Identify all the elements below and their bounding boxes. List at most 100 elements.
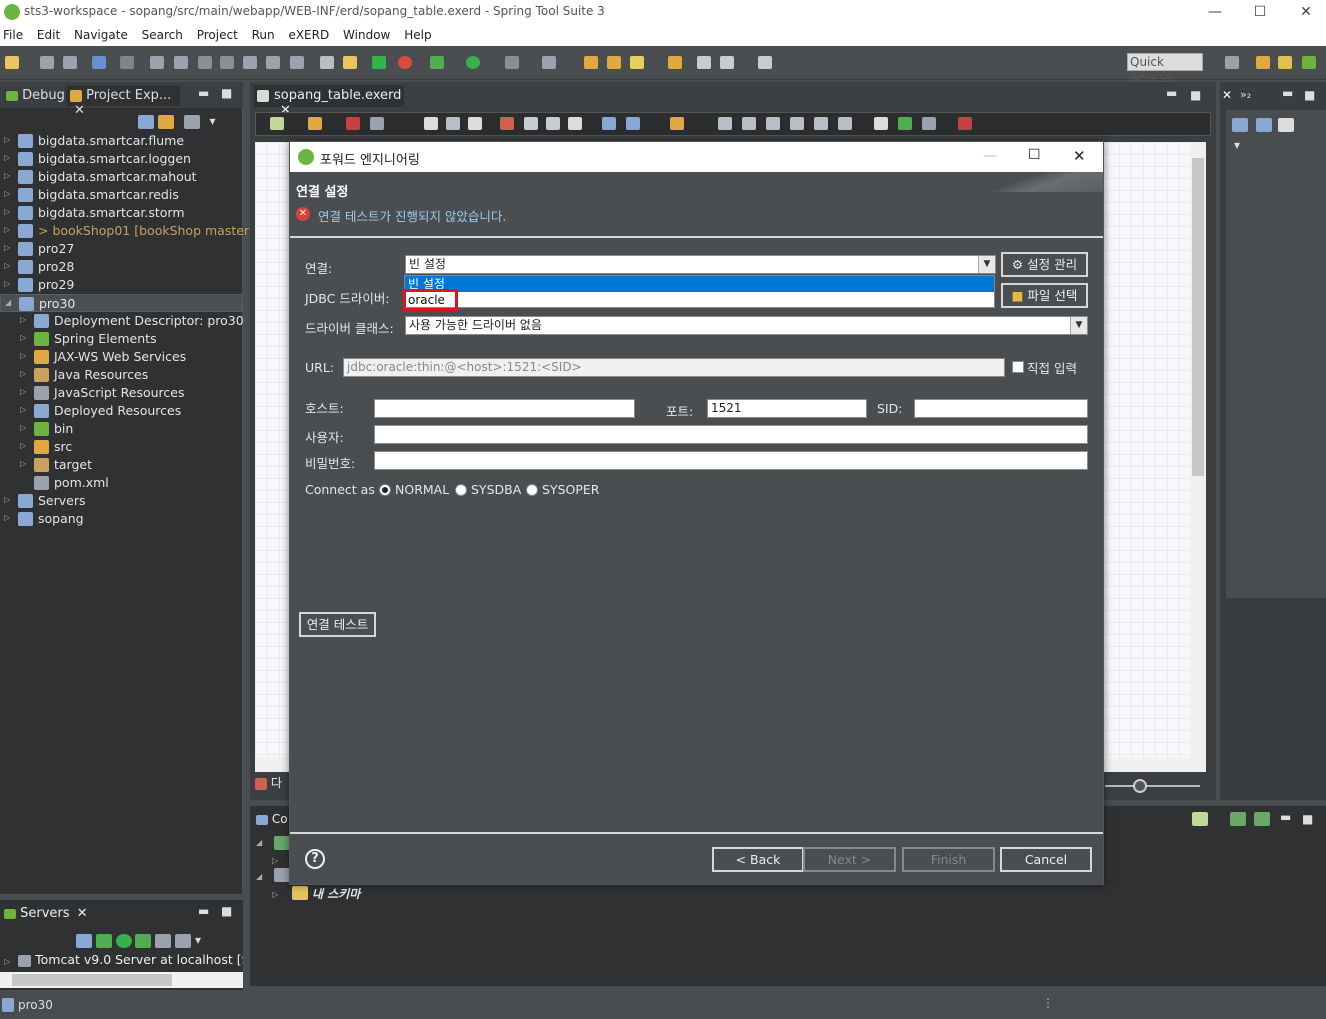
tab-debug[interactable]: Debug [6,86,66,106]
overflow-tabs-icon[interactable]: »₂ [1240,88,1251,101]
tree-item[interactable]: ◢ pro30 [0,294,243,312]
scrollbar-thumb[interactable] [12,974,172,986]
save-all-icon[interactable] [63,56,77,69]
maximize-window-button[interactable]: ☐ [1245,2,1275,22]
expand-arrow-icon[interactable]: ▷ [4,153,10,162]
tree-item[interactable]: ▷ Deployed Resources [0,402,243,420]
delete-icon[interactable] [346,117,360,130]
url-field[interactable]: jdbc:oracle:thin:@<host>:1521:<SID> [343,358,1005,377]
new-icon[interactable] [5,56,19,69]
start-server-icon[interactable] [372,56,386,69]
open-model-icon[interactable] [308,117,322,130]
tree-item[interactable]: ▷ > bookShop01 [bookShop master] [0,222,254,240]
forward-arrow-icon[interactable] [758,56,772,69]
radio-normal[interactable] [379,484,391,496]
menu-edit[interactable]: Edit [34,24,67,42]
spring-perspective-icon[interactable] [1302,56,1316,69]
open-folder-icon[interactable] [668,56,682,69]
tree-item[interactable]: ▷ pro27 [0,240,243,258]
radio-sysoper[interactable] [526,484,538,496]
last-edit-location-icon[interactable] [697,56,711,69]
select-pointer-icon[interactable] [424,117,438,130]
maximize-panel-icon[interactable]: ■ [1304,88,1315,102]
copy-icon[interactable] [370,117,384,130]
expand-arrow-icon[interactable]: ▷ [20,333,26,342]
layer-icon[interactable] [270,117,284,130]
tab-console[interactable]: Co [256,812,288,826]
expand-arrow-icon[interactable]: ▷ [4,495,10,504]
tree-item[interactable]: ▷ bigdata.smartcar.flume [0,132,243,150]
menu-run[interactable]: Run [249,24,282,42]
align-middle-icon[interactable] [814,117,828,130]
expand-arrow-icon[interactable]: ▷ [4,189,10,198]
server-row[interactable]: ▷ Tomcat v9.0 Server at localhost [Sto [0,952,243,970]
step-into-icon[interactable] [243,56,257,69]
driver-class-combo[interactable]: 사용 가능한 드라이버 없음 ▼ [405,316,1088,335]
dialog-minimize-button[interactable]: — [983,148,997,164]
test-connection-button[interactable]: 연결 테스트 [299,612,376,637]
stop-icon[interactable] [505,56,519,69]
select-file-button[interactable]: ■ 파일 선택 [1001,283,1088,308]
close-tab-icon[interactable]: ✕ [74,103,85,118]
expand-arrow-icon[interactable]: ◢ [256,838,262,847]
tree-item[interactable]: ▷ JavaScript Resources [0,384,243,402]
next-button[interactable]: Next > [803,847,896,872]
minimize-panel-icon[interactable]: ▬ [1282,86,1293,100]
expand-arrow-icon[interactable]: ▷ [4,225,10,234]
menu-search[interactable]: Search [139,24,190,42]
expand-arrow-icon[interactable]: ▷ [20,387,26,396]
expand-arrow-icon[interactable]: ▷ [272,890,278,899]
connection-combo[interactable]: 빈 설정 ▼ [405,255,996,274]
radio-sysdba[interactable] [455,484,467,496]
align-right-icon[interactable] [766,117,780,130]
expand-arrow-icon[interactable]: ▷ [20,441,26,450]
close-window-button[interactable]: ✕ [1291,2,1321,22]
relation-2-icon[interactable] [546,117,560,130]
align-bottom-icon[interactable] [838,117,852,130]
minimize-panel-icon[interactable]: ▬ [198,86,209,100]
collapse-all-icon[interactable] [138,114,154,129]
export-icon[interactable] [626,117,640,130]
tree-item[interactable]: ▷ Deployment Descriptor: pro30 [0,312,244,330]
collapse-arrow-icon[interactable]: ◢ [5,298,11,307]
scrollbar-thumb[interactable] [1192,158,1204,476]
maximize-editor-icon[interactable]: ■ [1190,88,1201,102]
expand-arrow-icon[interactable]: ▷ [20,423,26,432]
minimize-editor-icon[interactable]: ▬ [1166,86,1177,100]
outline-view-icon[interactable] [1278,118,1294,132]
terminate-icon[interactable] [198,56,212,69]
publish-icon[interactable] [175,933,192,948]
expand-arrow-icon[interactable]: ▷ [4,135,10,144]
boot-dashboard-icon[interactable] [398,56,412,69]
expand-arrow-icon[interactable]: ▷ [20,315,26,324]
close-tab-icon[interactable]: ✕ [77,906,88,921]
tree-item[interactable]: pom.xml [0,474,243,492]
zoom-slider-handle[interactable] [1133,779,1147,793]
tree-item[interactable]: ▷ bigdata.smartcar.mahout [0,168,243,186]
tab-project-explorer[interactable]: Project Exp... ✕ [66,86,180,118]
outline-menu-icon[interactable]: ▾ [1234,138,1240,152]
password-field[interactable] [374,451,1088,470]
tree-item[interactable]: ▷ pro28 [0,258,243,276]
resume-icon[interactable] [150,56,164,69]
align-left-icon[interactable] [718,117,732,130]
cancel-button[interactable]: Cancel [1000,847,1092,872]
menu-navigate[interactable]: Navigate [71,24,135,42]
use-step-filters-icon[interactable] [343,56,357,69]
expand-arrow-icon[interactable]: ▷ [4,171,10,180]
minimize-panel-icon[interactable]: ▬ [1280,810,1291,824]
disconnect-icon[interactable] [220,56,234,69]
chevron-down-icon[interactable]: ▼ [1070,317,1087,334]
expand-arrow-icon[interactable]: ▷ [272,856,278,865]
tree-item[interactable]: ▷ JAX-WS Web Services [0,348,243,366]
view-menu-icon[interactable]: ▾ [195,933,201,947]
align-center-icon[interactable] [742,117,756,130]
tree-item[interactable]: ▷ bigdata.smartcar.loggen [0,150,243,168]
step-return-icon[interactable] [290,56,304,69]
zoom-icon[interactable] [468,117,482,130]
open-perspective-icon[interactable] [1225,56,1239,69]
properties-icon[interactable] [874,117,888,130]
quick-access-field[interactable]: Quick Access [1127,53,1203,85]
direct-input-checkbox[interactable] [1012,361,1024,373]
maximize-panel-icon[interactable]: ■ [1302,812,1313,826]
